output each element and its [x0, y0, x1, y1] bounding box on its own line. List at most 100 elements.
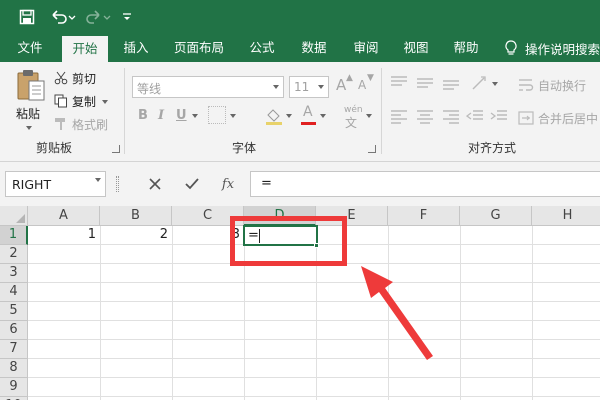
font-launcher-icon[interactable] [368, 145, 376, 153]
redo-icon[interactable] [84, 6, 114, 28]
font-color-button[interactable]: A [300, 104, 318, 128]
merge-center-label: 合并后居中 [538, 112, 599, 126]
merge-center-button[interactable]: 合并后居中 [518, 109, 600, 127]
row-header-2[interactable]: 2 [0, 245, 28, 264]
align-left-icon[interactable] [390, 110, 408, 127]
orientation-icon[interactable] [470, 74, 490, 95]
align-middle-icon[interactable] [416, 76, 434, 93]
grow-font-button[interactable]: A [336, 76, 346, 94]
annotation-arrow-icon [361, 266, 433, 360]
tab-insert[interactable]: 插入 [118, 34, 154, 62]
column-header-b[interactable]: B [100, 206, 172, 226]
font-size-value: 11 [294, 80, 310, 94]
font-group-label: 字体 [232, 141, 257, 155]
undo-icon[interactable] [48, 6, 78, 28]
tab-review[interactable]: 审阅 [348, 34, 384, 62]
ribbon-home: 粘贴 剪切 复制 格式刷 剪贴板 等线 11 A ▲ A ▼ B I U A w… [0, 62, 600, 162]
row-header-7[interactable]: 7 [0, 340, 28, 359]
gridline [100, 226, 101, 400]
font-name-value: 等线 [137, 82, 162, 96]
row-header-8[interactable]: 8 [0, 359, 28, 378]
font-size-select[interactable]: 11 [289, 76, 329, 98]
formula-bar: RIGHT fx = [0, 162, 600, 206]
align-top-icon[interactable] [390, 76, 408, 93]
row-header-4[interactable]: 4 [0, 283, 28, 302]
font-color-letter: A [303, 104, 313, 120]
save-icon[interactable] [16, 6, 38, 28]
paste-button[interactable]: 粘贴 [12, 68, 50, 134]
format-painter-button[interactable]: 格式刷 [54, 116, 114, 134]
phonetic-char: 文 [345, 116, 358, 130]
cancel-icon[interactable] [143, 172, 167, 196]
row-header-9[interactable]: 9 [0, 378, 28, 397]
borders-button[interactable] [208, 106, 226, 124]
font-name-select[interactable]: 等线 [132, 76, 284, 98]
phonetic-dropdown-icon [366, 114, 372, 118]
highlight-box [230, 216, 347, 266]
clipboard-group-label: 剪贴板 [36, 141, 73, 155]
cell-a1[interactable]: 1 [28, 226, 100, 244]
row-header-3[interactable]: 3 [0, 264, 28, 283]
tab-page-layout[interactable]: 页面布局 [170, 34, 228, 62]
format-painter-icon [55, 118, 65, 130]
group-divider [381, 68, 382, 154]
shrink-font-button[interactable]: A [358, 78, 366, 92]
customize-dropdown-icon[interactable] [120, 6, 134, 28]
tab-help[interactable]: 帮助 [448, 34, 484, 62]
check-icon[interactable] [180, 172, 204, 196]
gridline [460, 226, 461, 400]
underline-button[interactable]: U [176, 108, 187, 123]
name-box[interactable]: RIGHT [5, 171, 106, 197]
gridline [28, 358, 600, 359]
fill-color-dropdown-icon [286, 114, 292, 118]
copy-label: 复制 [72, 95, 97, 109]
tab-home[interactable]: 开始 [62, 36, 108, 62]
cut-label: 剪切 [72, 72, 97, 86]
align-right-icon[interactable] [442, 110, 460, 127]
cell-b1[interactable]: 2 [100, 226, 172, 244]
wrap-text-button[interactable]: 自动换行 [518, 76, 600, 94]
column-header-h[interactable]: H [532, 206, 600, 226]
fill-color-button[interactable] [264, 106, 286, 128]
font-color-swatch [301, 122, 316, 125]
tab-view[interactable]: 视图 [398, 34, 434, 62]
align-center-icon[interactable] [416, 110, 434, 127]
underline-dropdown-icon [192, 114, 198, 118]
alignment-group-label: 对齐方式 [468, 141, 517, 155]
format-painter-label: 格式刷 [72, 118, 109, 132]
bold-button[interactable]: B [138, 108, 148, 123]
gridline [28, 320, 600, 321]
select-all-button[interactable] [0, 206, 28, 226]
insert-function-button[interactable]: fx [216, 172, 240, 196]
decrease-indent-icon[interactable] [465, 110, 484, 127]
copy-button[interactable]: 复制 [54, 93, 114, 111]
gridline [28, 339, 600, 340]
paste-icon [17, 70, 45, 101]
align-bottom-icon[interactable] [442, 76, 460, 93]
wrap-text-icon [519, 79, 534, 91]
tell-me-search[interactable]: 操作说明搜索 [505, 34, 600, 62]
gridline [28, 282, 600, 283]
tab-file[interactable]: 文件 [12, 34, 48, 62]
cut-button[interactable]: 剪切 [54, 70, 104, 88]
column-header-a[interactable]: A [28, 206, 100, 226]
tab-data[interactable]: 数据 [296, 34, 332, 62]
formula-bar-grip [116, 176, 119, 192]
phonetic-guide-button[interactable]: wén 文 [342, 105, 364, 130]
gridline [28, 301, 600, 302]
tab-formulas[interactable]: 公式 [244, 34, 280, 62]
italic-button[interactable]: I [158, 108, 164, 123]
column-header-f[interactable]: F [388, 206, 460, 226]
row-header-6[interactable]: 6 [0, 321, 28, 340]
row-header-5[interactable]: 5 [0, 302, 28, 321]
increase-indent-icon[interactable] [490, 110, 508, 127]
chevron-down-icon [314, 77, 328, 97]
orientation-dropdown-icon [492, 82, 498, 86]
chevron-down-icon [269, 77, 283, 97]
clipboard-launcher-icon[interactable] [112, 145, 120, 153]
column-header-g[interactable]: G [460, 206, 532, 226]
formula-input[interactable]: = [250, 171, 600, 197]
group-divider [124, 68, 125, 154]
paint-bucket-icon [266, 109, 282, 125]
row-header-1[interactable]: 1 [0, 226, 28, 245]
